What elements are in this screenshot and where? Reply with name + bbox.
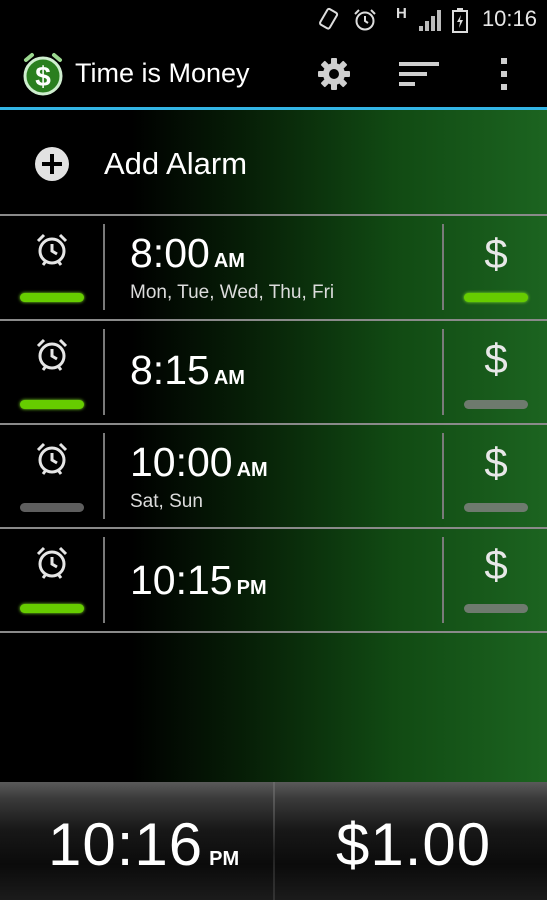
action-bar: $ Time is Money [0, 40, 547, 110]
current-ampm: PM [209, 848, 240, 870]
alarm-time-value: 10:15 [130, 557, 233, 603]
alarm-row[interactable]: 8:15 AM $ [0, 321, 547, 422]
money-toggle-indicator[interactable] [464, 293, 528, 302]
plus-circle-icon [35, 147, 69, 181]
current-time: 10:16 PM [48, 810, 239, 879]
dollar-icon[interactable]: $ [481, 541, 511, 589]
money-toggle-indicator[interactable] [464, 604, 528, 613]
svg-text:$: $ [35, 61, 51, 92]
alarm-time: 10:00 AM [130, 439, 268, 486]
network-type-label: H [396, 5, 407, 22]
divider [442, 537, 444, 623]
overflow-menu-icon[interactable] [495, 54, 513, 94]
alarm-time-value: 8:00 [130, 230, 210, 276]
alarm-days: Sat, Sun [130, 491, 203, 512]
money-amount: $1.00 [336, 811, 492, 878]
status-bar: H 10:16 [0, 0, 547, 40]
money-toggle-indicator[interactable] [464, 503, 528, 512]
divider [103, 329, 105, 415]
add-alarm-button[interactable]: Add Alarm [0, 110, 547, 215]
alarm-row[interactable]: 10:00 AM Sat, Sun $ [0, 425, 547, 526]
alarm-time: 8:15 AM [130, 347, 245, 394]
dollar-icon[interactable]: $ [481, 439, 511, 487]
dollar-icon[interactable]: $ [481, 335, 511, 383]
alarm-toggle-indicator[interactable] [20, 293, 84, 302]
app-title: Time is Money [75, 58, 250, 88]
divider [103, 433, 105, 519]
divider [0, 631, 547, 633]
alarm-clock-icon[interactable] [34, 337, 70, 373]
alarm-clock-icon[interactable] [34, 441, 70, 477]
alarm-ampm: AM [213, 250, 245, 272]
divider [273, 782, 275, 900]
alarm-list-area: Add Alarm 8:00 AM Mon, Tue, Wed, Thu, Fri… [0, 110, 547, 782]
dollar-icon[interactable]: $ [481, 230, 511, 278]
alarm-time: 8:00 AM [130, 230, 245, 277]
alarm-clock-icon[interactable] [34, 232, 70, 268]
money-toggle-indicator[interactable] [464, 400, 528, 409]
alarm-ampm: PM [236, 577, 267, 599]
add-alarm-label: Add Alarm [104, 146, 248, 181]
screen-rotation-icon [319, 7, 339, 30]
gear-icon[interactable] [316, 56, 352, 92]
alarm-row[interactable]: 8:00 AM Mon, Tue, Wed, Thu, Fri $ [0, 216, 547, 317]
alarm-row[interactable]: 10:15 PM $ [0, 529, 547, 630]
dollar-app-icon: $ [23, 53, 63, 96]
app-screen: H 10:16 $ Time is Money Add Alarm 8:00 A… [0, 0, 547, 900]
alarm-ampm: AM [213, 367, 245, 389]
alarm-time-value: 8:15 [130, 347, 210, 393]
alarm-time-value: 10:00 [130, 439, 233, 485]
status-bar-time: 10:16 [481, 6, 537, 31]
divider [442, 329, 444, 415]
sort-icon[interactable] [399, 58, 439, 90]
divider [103, 224, 105, 310]
alarm-days: Mon, Tue, Wed, Thu, Fri [130, 282, 335, 303]
battery-icon [452, 8, 468, 33]
divider [442, 433, 444, 519]
divider [103, 537, 105, 623]
divider [442, 224, 444, 310]
alarm-toggle-indicator[interactable] [20, 604, 84, 613]
current-time-value: 10:16 [48, 811, 204, 878]
alarm-status-icon [354, 9, 376, 31]
alarm-toggle-indicator[interactable] [20, 400, 84, 409]
summary-bar: 10:16 PM $1.00 [0, 782, 547, 900]
alarm-time: 10:15 PM [130, 557, 267, 604]
signal-icon [419, 10, 441, 31]
alarm-toggle-indicator[interactable] [20, 503, 84, 512]
alarm-ampm: AM [236, 459, 268, 481]
alarm-clock-icon[interactable] [34, 545, 70, 581]
